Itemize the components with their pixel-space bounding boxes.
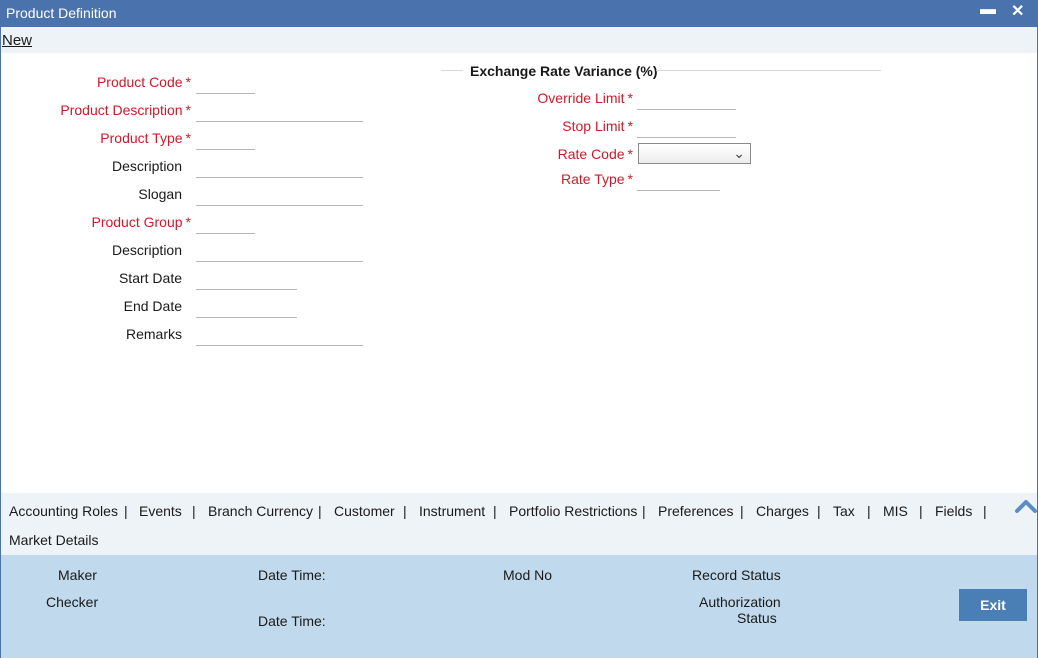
chevron-down-icon: ⌄ [733, 145, 745, 161]
slogan-label: Slogan [138, 186, 182, 202]
product-description-label: Product Description * [60, 102, 191, 118]
exit-button[interactable]: Exit [959, 589, 1027, 621]
tab-separator: | [983, 503, 987, 519]
override-limit-label: Override Limit * [537, 90, 633, 106]
tab-charges[interactable]: Charges [756, 503, 809, 519]
tab-separator: | [124, 503, 128, 519]
maker-label: Maker [58, 567, 97, 583]
audit-footer: Maker Date Time: Mod No Record Status Ch… [0, 555, 1038, 658]
tab-separator: | [642, 503, 646, 519]
maker-date-time-label: Date Time: [258, 567, 326, 583]
tab-separator: | [403, 503, 407, 519]
menu-bar: New [0, 27, 1038, 53]
section-divider [656, 70, 881, 71]
description-input[interactable] [196, 156, 363, 178]
tab-separator: | [740, 503, 744, 519]
tab-bar: Accounting Roles | Events | Branch Curre… [0, 493, 1038, 555]
product-type-input[interactable] [196, 128, 255, 150]
tab-separator: | [919, 503, 923, 519]
product-description-input[interactable] [196, 100, 363, 122]
close-icon[interactable]: ✕ [1011, 1, 1024, 21]
checker-date-time-label: Date Time: [258, 613, 326, 629]
product-type-label: Product Type * [100, 130, 191, 146]
product-code-input[interactable] [196, 72, 255, 94]
title-bar: Product Definition ▬ ✕ [0, 0, 1038, 27]
authorization-status-label-line1: Authorization [699, 594, 781, 610]
stop-limit-label: Stop Limit * [562, 118, 633, 134]
exchange-rate-section-title: Exchange Rate Variance (%) [470, 63, 658, 79]
tab-separator: | [817, 503, 821, 519]
end-date-input[interactable] [196, 296, 297, 318]
product-group-label: Product Group * [91, 214, 191, 230]
tab-branch-currency[interactable]: Branch Currency [208, 503, 313, 519]
authorization-status-label-line2: Status [737, 610, 777, 626]
new-link[interactable]: New [2, 32, 32, 49]
tab-accounting-roles[interactable]: Accounting Roles [9, 503, 118, 519]
tab-portfolio-restrictions[interactable]: Portfolio Restrictions [509, 503, 637, 519]
rate-code-select[interactable]: ⌄ [638, 143, 751, 164]
tab-events[interactable]: Events [139, 503, 182, 519]
chevron-up-icon[interactable] [1014, 495, 1038, 515]
tab-tax[interactable]: Tax [833, 503, 855, 519]
rate-type-label: Rate Type * [560, 171, 633, 187]
window-title: Product Definition [6, 5, 117, 21]
product-code-label: Product Code * [96, 74, 191, 90]
rate-code-label: Rate Code * [557, 146, 633, 162]
stop-limit-input[interactable] [637, 116, 736, 138]
end-date-label: End Date [123, 298, 182, 314]
group-description-label: Description [111, 242, 182, 258]
product-group-input[interactable] [196, 212, 255, 234]
group-description-input[interactable] [196, 240, 363, 262]
record-status-label: Record Status [692, 567, 781, 583]
rate-type-input[interactable] [637, 169, 720, 191]
tab-separator: | [192, 503, 196, 519]
remarks-label: Remarks [125, 326, 182, 342]
tab-mis[interactable]: MIS [883, 503, 908, 519]
start-date-label: Start Date [118, 270, 182, 286]
tab-separator: | [493, 503, 497, 519]
checker-label: Checker [46, 594, 99, 610]
tab-separator: | [867, 503, 871, 519]
override-limit-input[interactable] [637, 88, 736, 110]
tab-customer[interactable]: Customer [334, 503, 395, 519]
remarks-input[interactable] [196, 324, 363, 346]
section-divider [441, 70, 463, 71]
tab-fields[interactable]: Fields [935, 503, 972, 519]
form-area: Product Code * Product Description * Produ… [0, 53, 1038, 493]
mod-no-label: Mod No [503, 567, 553, 583]
slogan-input[interactable] [196, 184, 363, 206]
tab-instrument[interactable]: Instrument [419, 503, 485, 519]
tab-market-details[interactable]: Market Details [9, 532, 98, 548]
tab-preferences[interactable]: Preferences [658, 503, 733, 519]
tab-separator: | [318, 503, 322, 519]
minimize-icon[interactable]: ▬ [980, 1, 996, 19]
description-label: Description [111, 158, 182, 174]
start-date-input[interactable] [196, 268, 297, 290]
